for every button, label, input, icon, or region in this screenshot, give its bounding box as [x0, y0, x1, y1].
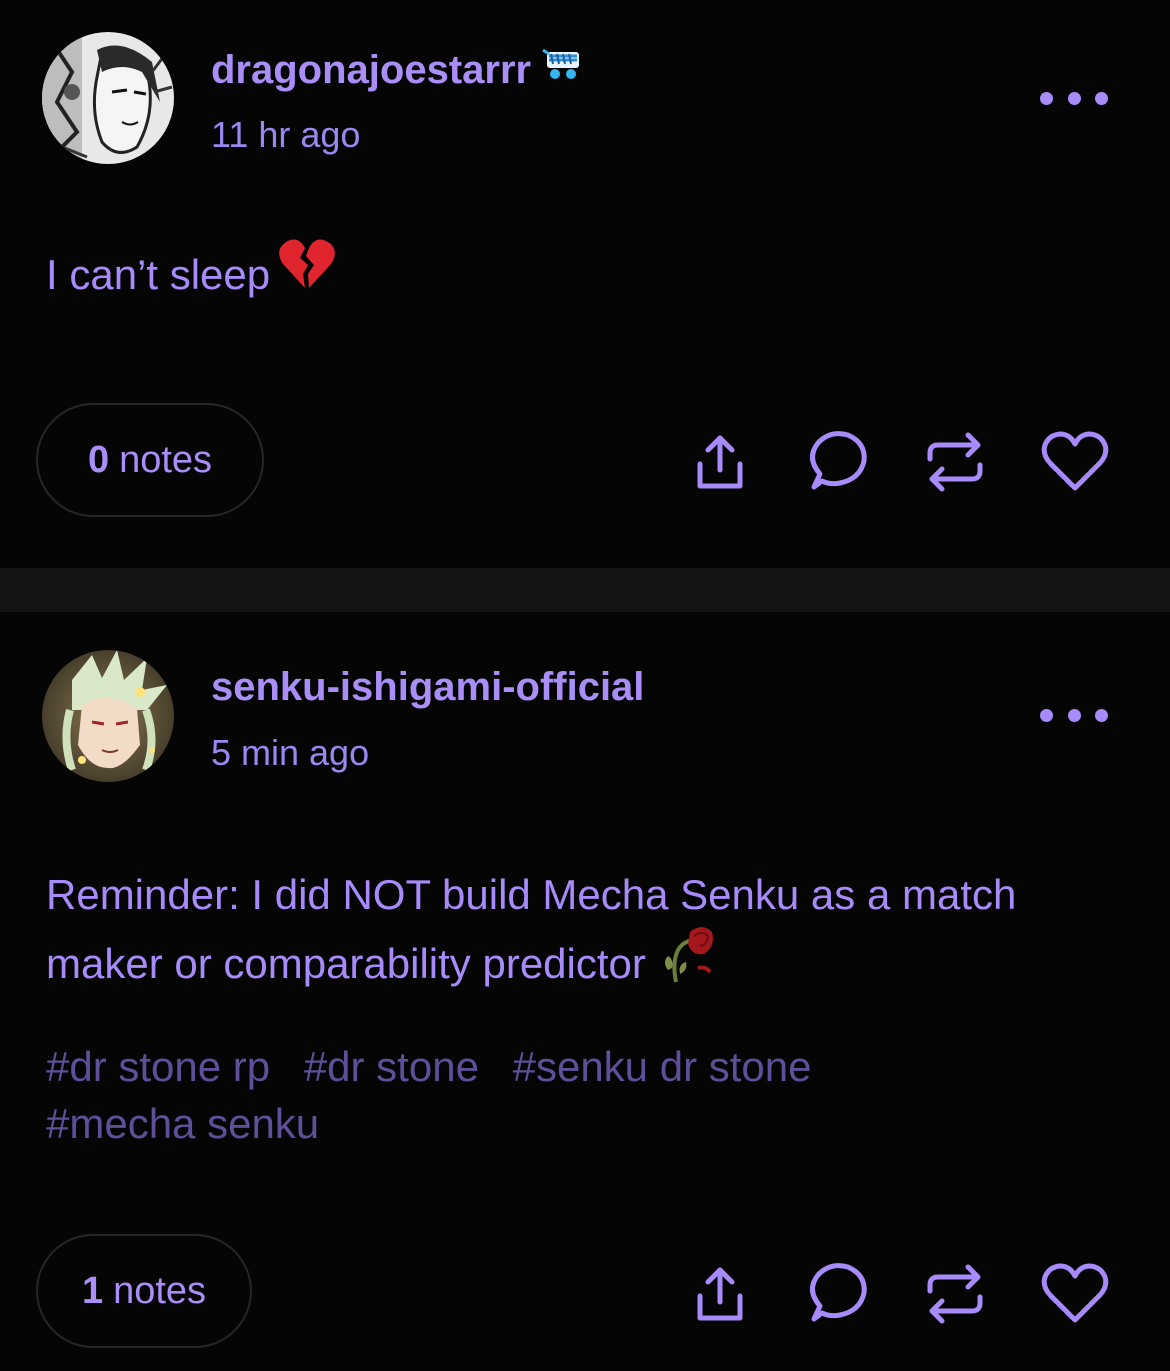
notes-label: notes: [119, 438, 213, 481]
post-divider: [0, 568, 1170, 612]
more-icon-dot: [1067, 91, 1081, 105]
username[interactable]: senku-ishigami-official: [211, 665, 644, 710]
avatar[interactable]: [42, 650, 174, 782]
reblog-button[interactable]: [915, 1254, 995, 1334]
username-text[interactable]: dragonajoestarrr: [211, 48, 531, 92]
reply-button[interactable]: [795, 422, 875, 502]
notes-count: 0: [87, 438, 110, 481]
notes-button[interactable]: 0 notes: [36, 403, 264, 517]
more-icon: [1040, 708, 1053, 722]
tag-list: #dr stone rp #dr stone #senku dr stone #…: [46, 1038, 1046, 1152]
tag-link[interactable]: #senku dr stone: [513, 1038, 812, 1095]
post-body: I can’t sleep: [46, 238, 1046, 310]
post-body-text: Reminder: I did NOT build Mecha Senku as…: [46, 871, 1017, 987]
share-icon: [697, 435, 743, 489]
reply-icon: [810, 431, 867, 490]
avatar[interactable]: [42, 32, 174, 164]
post-card: senku-ishigami-official 5 min ago Remind…: [0, 612, 1170, 1371]
reply-icon: [810, 1263, 867, 1322]
share-icon: [697, 1267, 743, 1321]
post-actions: [680, 1254, 1110, 1334]
like-button[interactable]: [1035, 422, 1115, 502]
tag-link[interactable]: #dr stone: [304, 1038, 479, 1095]
notes-count: 1: [81, 1269, 104, 1312]
post-card: dragonajoestarrr 11 hr ago I can’t sleep…: [0, 0, 1170, 568]
username[interactable]: dragonajoestarrr: [211, 48, 585, 93]
post-timestamp: 5 min ago: [211, 732, 370, 773]
post-timestamp: 11 hr ago: [211, 114, 361, 155]
broken-heart-icon: [278, 238, 336, 310]
more-options-button[interactable]: [1040, 83, 1108, 113]
reblog-icon: [927, 432, 983, 492]
more-icon-dot: [1095, 91, 1108, 105]
post-actions: [680, 422, 1110, 502]
post-body: Reminder: I did NOT build Mecha Senku as…: [46, 860, 1046, 1004]
notes-button[interactable]: 1 notes: [36, 1234, 252, 1348]
more-options-button[interactable]: [1040, 700, 1108, 730]
like-icon: [1041, 1263, 1109, 1323]
tag-link[interactable]: #dr stone rp: [46, 1038, 270, 1095]
notes-label: notes: [113, 1269, 207, 1312]
badge-icon: [541, 46, 585, 92]
reblog-icon: [927, 1264, 983, 1324]
like-button[interactable]: [1035, 1254, 1115, 1334]
post-body-text: I can’t sleep: [46, 251, 271, 298]
reblog-button[interactable]: [915, 422, 995, 502]
wilted-rose-icon: [654, 922, 716, 1004]
tag-link[interactable]: #mecha senku: [46, 1095, 319, 1152]
more-icon-dot: [1095, 708, 1108, 722]
reply-button[interactable]: [795, 1254, 875, 1334]
share-button[interactable]: [680, 422, 760, 502]
like-icon: [1041, 431, 1109, 491]
share-button[interactable]: [680, 1254, 760, 1334]
more-icon: [1040, 91, 1053, 105]
more-icon-dot: [1067, 708, 1081, 722]
